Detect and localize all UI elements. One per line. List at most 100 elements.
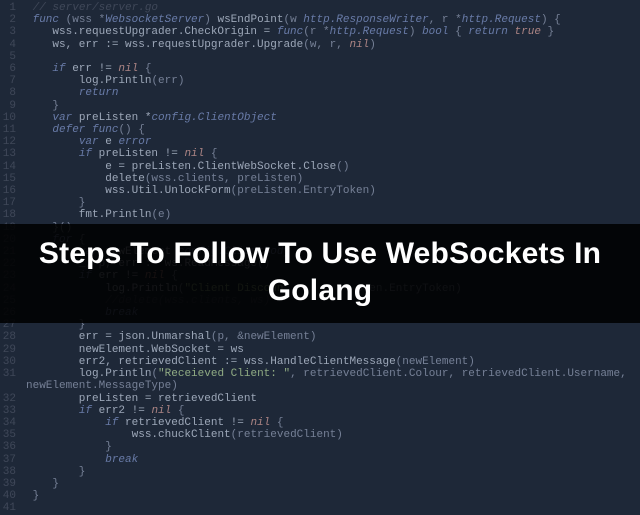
code-content: wss.chuckClient(retrievedClient) [26,429,640,441]
line-number [0,380,26,392]
line-number: 41 [0,502,26,514]
line-number: 17 [0,197,26,209]
code-line: 3 wss.requestUpgrader.CheckOrigin = func… [0,26,640,38]
code-content [26,51,640,63]
line-number: 6 [0,63,26,75]
code-line: 39 } [0,478,640,490]
code-content: newElement.MessageType) [26,380,640,392]
code-line: 4 ws, err := wss.requestUpgrader.Upgrade… [0,39,640,51]
code-line: 38 } [0,466,640,478]
code-content: if err != nil { [26,63,640,75]
overlay-title: Steps To Follow To Use WebSockets In Gol… [16,236,624,309]
code-line: 16 wss.Util.UnlockForm(preListen.EntryTo… [0,185,640,197]
code-content: wss.Util.UnlockForm(preListen.EntryToken… [26,185,640,197]
code-content: ws, err := wss.requestUpgrader.Upgrade(w… [26,39,640,51]
code-line: 2 func (wss *WebsocketServer) wsEndPoint… [0,14,640,26]
line-number: 8 [0,87,26,99]
line-number: 37 [0,454,26,466]
code-content: func (wss *WebsocketServer) wsEndPoint(w… [26,14,640,26]
code-line: 12 var e error [0,136,640,148]
line-number: 15 [0,173,26,185]
code-line: 6 if err != nil { [0,63,640,75]
code-line: 35 wss.chuckClient(retrievedClient) [0,429,640,441]
code-content: if retrievedClient != nil { [26,417,640,429]
code-line: 41 [0,502,640,514]
code-content: log.Println("Receieved Client: ", retrie… [26,368,640,380]
code-content: if preListen != nil { [26,148,640,160]
line-number: 31 [0,368,26,380]
line-number: 9 [0,100,26,112]
code-content: log.Println(err) [26,75,640,87]
code-content: fmt.Println(e) [26,209,640,221]
code-content: return [26,87,640,99]
code-content: preListen = retrievedClient [26,393,640,405]
code-line: 15 delete(wss.clients, preListen) [0,173,640,185]
code-content: var preListen *config.ClientObject [26,112,640,124]
code-content: err = json.Unmarshal(p, &newElement) [26,331,640,343]
code-line: 40 } [0,490,640,502]
code-line: 31 log.Println("Receieved Client: ", ret… [0,368,640,380]
line-number: 36 [0,441,26,453]
code-line: 30 err2, retrievedClient := wss.HandleCl… [0,356,640,368]
line-number: 28 [0,331,26,343]
code-content: wss.requestUpgrader.CheckOrigin = func(r… [26,26,640,38]
code-line: 18 fmt.Println(e) [0,209,640,221]
line-number: 10 [0,112,26,124]
code-line: newElement.MessageType) [0,380,640,392]
code-line: 34 if retrievedClient != nil { [0,417,640,429]
line-number: 3 [0,26,26,38]
code-content: } [26,466,640,478]
line-number: 40 [0,490,26,502]
code-line: 36 } [0,441,640,453]
code-content: } [26,490,640,502]
code-content [26,502,640,514]
code-content: err2, retrievedClient := wss.HandleClien… [26,356,640,368]
code-line: 1 // server/server.go [0,2,640,14]
code-line: 8 return [0,87,640,99]
line-number: 14 [0,161,26,173]
code-content: } [26,441,640,453]
line-number: 5 [0,51,26,63]
code-content: e = preListen.ClientWebSocket.Close() [26,161,640,173]
line-number: 39 [0,478,26,490]
code-content: delete(wss.clients, preListen) [26,173,640,185]
line-number: 13 [0,148,26,160]
code-content: // server/server.go [26,2,640,14]
line-number: 35 [0,429,26,441]
code-content: } [26,100,640,112]
code-line: 17 } [0,197,640,209]
line-number: 2 [0,14,26,26]
code-line: 9 } [0,100,640,112]
line-number: 30 [0,356,26,368]
code-line: 13 if preListen != nil { [0,148,640,160]
line-number: 7 [0,75,26,87]
code-content: var e error [26,136,640,148]
line-number: 33 [0,405,26,417]
line-number: 18 [0,209,26,221]
line-number: 16 [0,185,26,197]
code-line: 33 if err2 != nil { [0,405,640,417]
code-line: 28 err = json.Unmarshal(p, &newElement) [0,331,640,343]
code-content: defer func() { [26,124,640,136]
code-line: 7 log.Println(err) [0,75,640,87]
line-number: 38 [0,466,26,478]
line-number: 12 [0,136,26,148]
code-content: break [26,454,640,466]
code-line: 32 preListen = retrievedClient [0,393,640,405]
title-overlay: Steps To Follow To Use WebSockets In Gol… [0,224,640,323]
code-content: } [26,197,640,209]
line-number: 11 [0,124,26,136]
code-line: 14 e = preListen.ClientWebSocket.Close() [0,161,640,173]
code-content: if err2 != nil { [26,405,640,417]
code-line: 5 [0,51,640,63]
code-line: 10 var preListen *config.ClientObject [0,112,640,124]
line-number: 29 [0,344,26,356]
line-number: 34 [0,417,26,429]
line-number: 32 [0,393,26,405]
code-line: 11 defer func() { [0,124,640,136]
code-content: } [26,478,640,490]
code-content: newElement.WebSocket = ws [26,344,640,356]
line-number: 1 [0,2,26,14]
code-line: 29 newElement.WebSocket = ws [0,344,640,356]
code-line: 37 break [0,454,640,466]
